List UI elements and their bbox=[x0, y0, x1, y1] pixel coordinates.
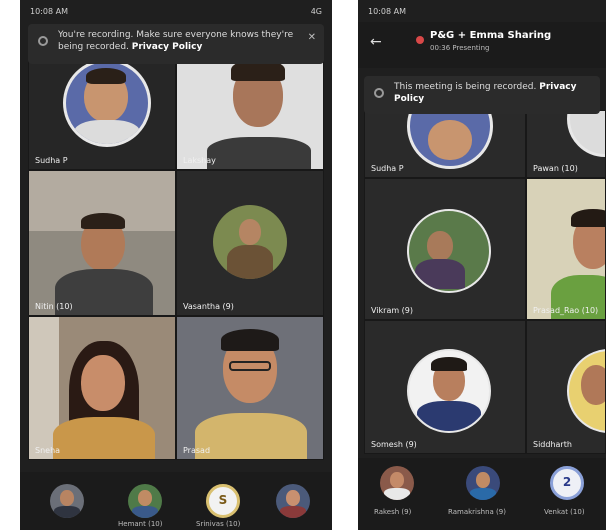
participant-thumb-label: Venkat (10) bbox=[544, 508, 585, 516]
participant-thumb[interactable] bbox=[466, 466, 500, 500]
status-time: 10:08 AM bbox=[368, 6, 406, 16]
participant-tile-3[interactable]: Nitin (10) bbox=[28, 170, 176, 316]
participant-thumb[interactable] bbox=[50, 484, 84, 518]
participant-name: Prasad bbox=[183, 446, 211, 455]
participant-thumb-label: Hemant (10) bbox=[118, 520, 163, 528]
participant-name: Siddharth bbox=[533, 440, 572, 449]
participant-name: Sudha P bbox=[371, 164, 404, 173]
participant-name: Prasad_Rao (10) bbox=[533, 306, 599, 315]
participant-name: Nitin (10) bbox=[35, 302, 73, 311]
meeting-header: ← P&G + Emma Sharing 00:36 Presenting bbox=[358, 22, 606, 68]
participant-thumb-label: Srinivas (10) bbox=[196, 520, 241, 528]
meeting-subtitle: 00:36 Presenting bbox=[430, 44, 490, 52]
status-bar: 10:08 AM 4G bbox=[20, 0, 332, 22]
participant-tile-5[interactable]: Sneha bbox=[28, 316, 176, 460]
participant-name: Sudha P bbox=[35, 156, 68, 165]
participant-tile-1[interactable]: Sudha P bbox=[364, 110, 526, 178]
banner-text: This meeting is being recorded. bbox=[394, 82, 537, 92]
participant-strip: Rakesh (9) Ramakrishna (9) 2 Venkat (10) bbox=[358, 458, 606, 530]
recording-dot-icon bbox=[416, 36, 424, 44]
participant-tile-4[interactable]: Prasad_Rao (10) bbox=[526, 178, 606, 320]
participant-name: Lakshay bbox=[183, 156, 216, 165]
status-time: 10:08 AM bbox=[30, 6, 68, 16]
participant-thumb[interactable] bbox=[276, 484, 310, 518]
participant-thumb-label: Rakesh (9) bbox=[374, 508, 412, 516]
participant-tile-2[interactable]: Lakshay bbox=[176, 50, 324, 170]
participant-avatar bbox=[567, 111, 605, 157]
participant-name: Pawan (10) bbox=[533, 164, 578, 173]
participant-name: Vikram (9) bbox=[371, 306, 414, 315]
status-bar: 10:08 AM bbox=[358, 0, 606, 22]
meeting-screen-right: 10:08 AM ← P&G + Emma Sharing 00:36 Pres… bbox=[358, 0, 606, 530]
participant-tile-6[interactable]: Prasad bbox=[176, 316, 324, 460]
recording-banner: This meeting is being recorded. Privacy … bbox=[364, 76, 600, 114]
participant-thumb-label: Ramakrishna (9) bbox=[448, 508, 506, 516]
participant-tile-3[interactable]: Vikram (9) bbox=[364, 178, 526, 320]
back-arrow-icon[interactable]: ← bbox=[370, 34, 382, 50]
participant-name: Sneha bbox=[35, 446, 61, 455]
participant-tile-4[interactable]: Vasantha (9) bbox=[176, 170, 324, 316]
participant-avatar bbox=[63, 59, 151, 147]
participant-avatar bbox=[407, 349, 491, 433]
participant-thumb[interactable]: S bbox=[206, 484, 240, 518]
participant-tile-6[interactable]: Siddharth bbox=[526, 320, 606, 454]
participant-thumb[interactable] bbox=[128, 484, 162, 518]
participant-avatar bbox=[567, 349, 605, 433]
participant-initial: S bbox=[218, 493, 228, 507]
record-icon bbox=[38, 36, 48, 46]
status-signal: 4G bbox=[310, 6, 322, 16]
participant-name: Vasantha (9) bbox=[183, 302, 234, 311]
participant-avatar bbox=[407, 111, 493, 169]
participant-tile-1[interactable]: Sudha P bbox=[28, 50, 176, 170]
participant-thumb[interactable]: 2 bbox=[550, 466, 584, 500]
participant-thumb[interactable] bbox=[380, 466, 414, 500]
participant-tile-2[interactable]: Pawan (10) bbox=[526, 110, 606, 178]
record-icon bbox=[374, 88, 384, 98]
meeting-title[interactable]: P&G + Emma Sharing bbox=[430, 30, 551, 41]
meeting-screen-left: 10:08 AM 4G Sudha P Lakshay Nitin (10) V… bbox=[20, 0, 332, 530]
participant-initial: 2 bbox=[562, 475, 572, 489]
privacy-policy-link[interactable]: Privacy Policy bbox=[132, 42, 203, 52]
participant-avatar bbox=[213, 205, 287, 279]
participant-strip: Hemant (10) S Srinivas (10) bbox=[20, 472, 332, 530]
participant-name: Somesh (9) bbox=[371, 440, 417, 449]
participant-tile-5[interactable]: Somesh (9) bbox=[364, 320, 526, 454]
close-icon[interactable]: ✕ bbox=[308, 32, 316, 44]
participant-avatar bbox=[407, 209, 491, 293]
recording-banner: You're recording. Make sure everyone kno… bbox=[28, 24, 324, 64]
